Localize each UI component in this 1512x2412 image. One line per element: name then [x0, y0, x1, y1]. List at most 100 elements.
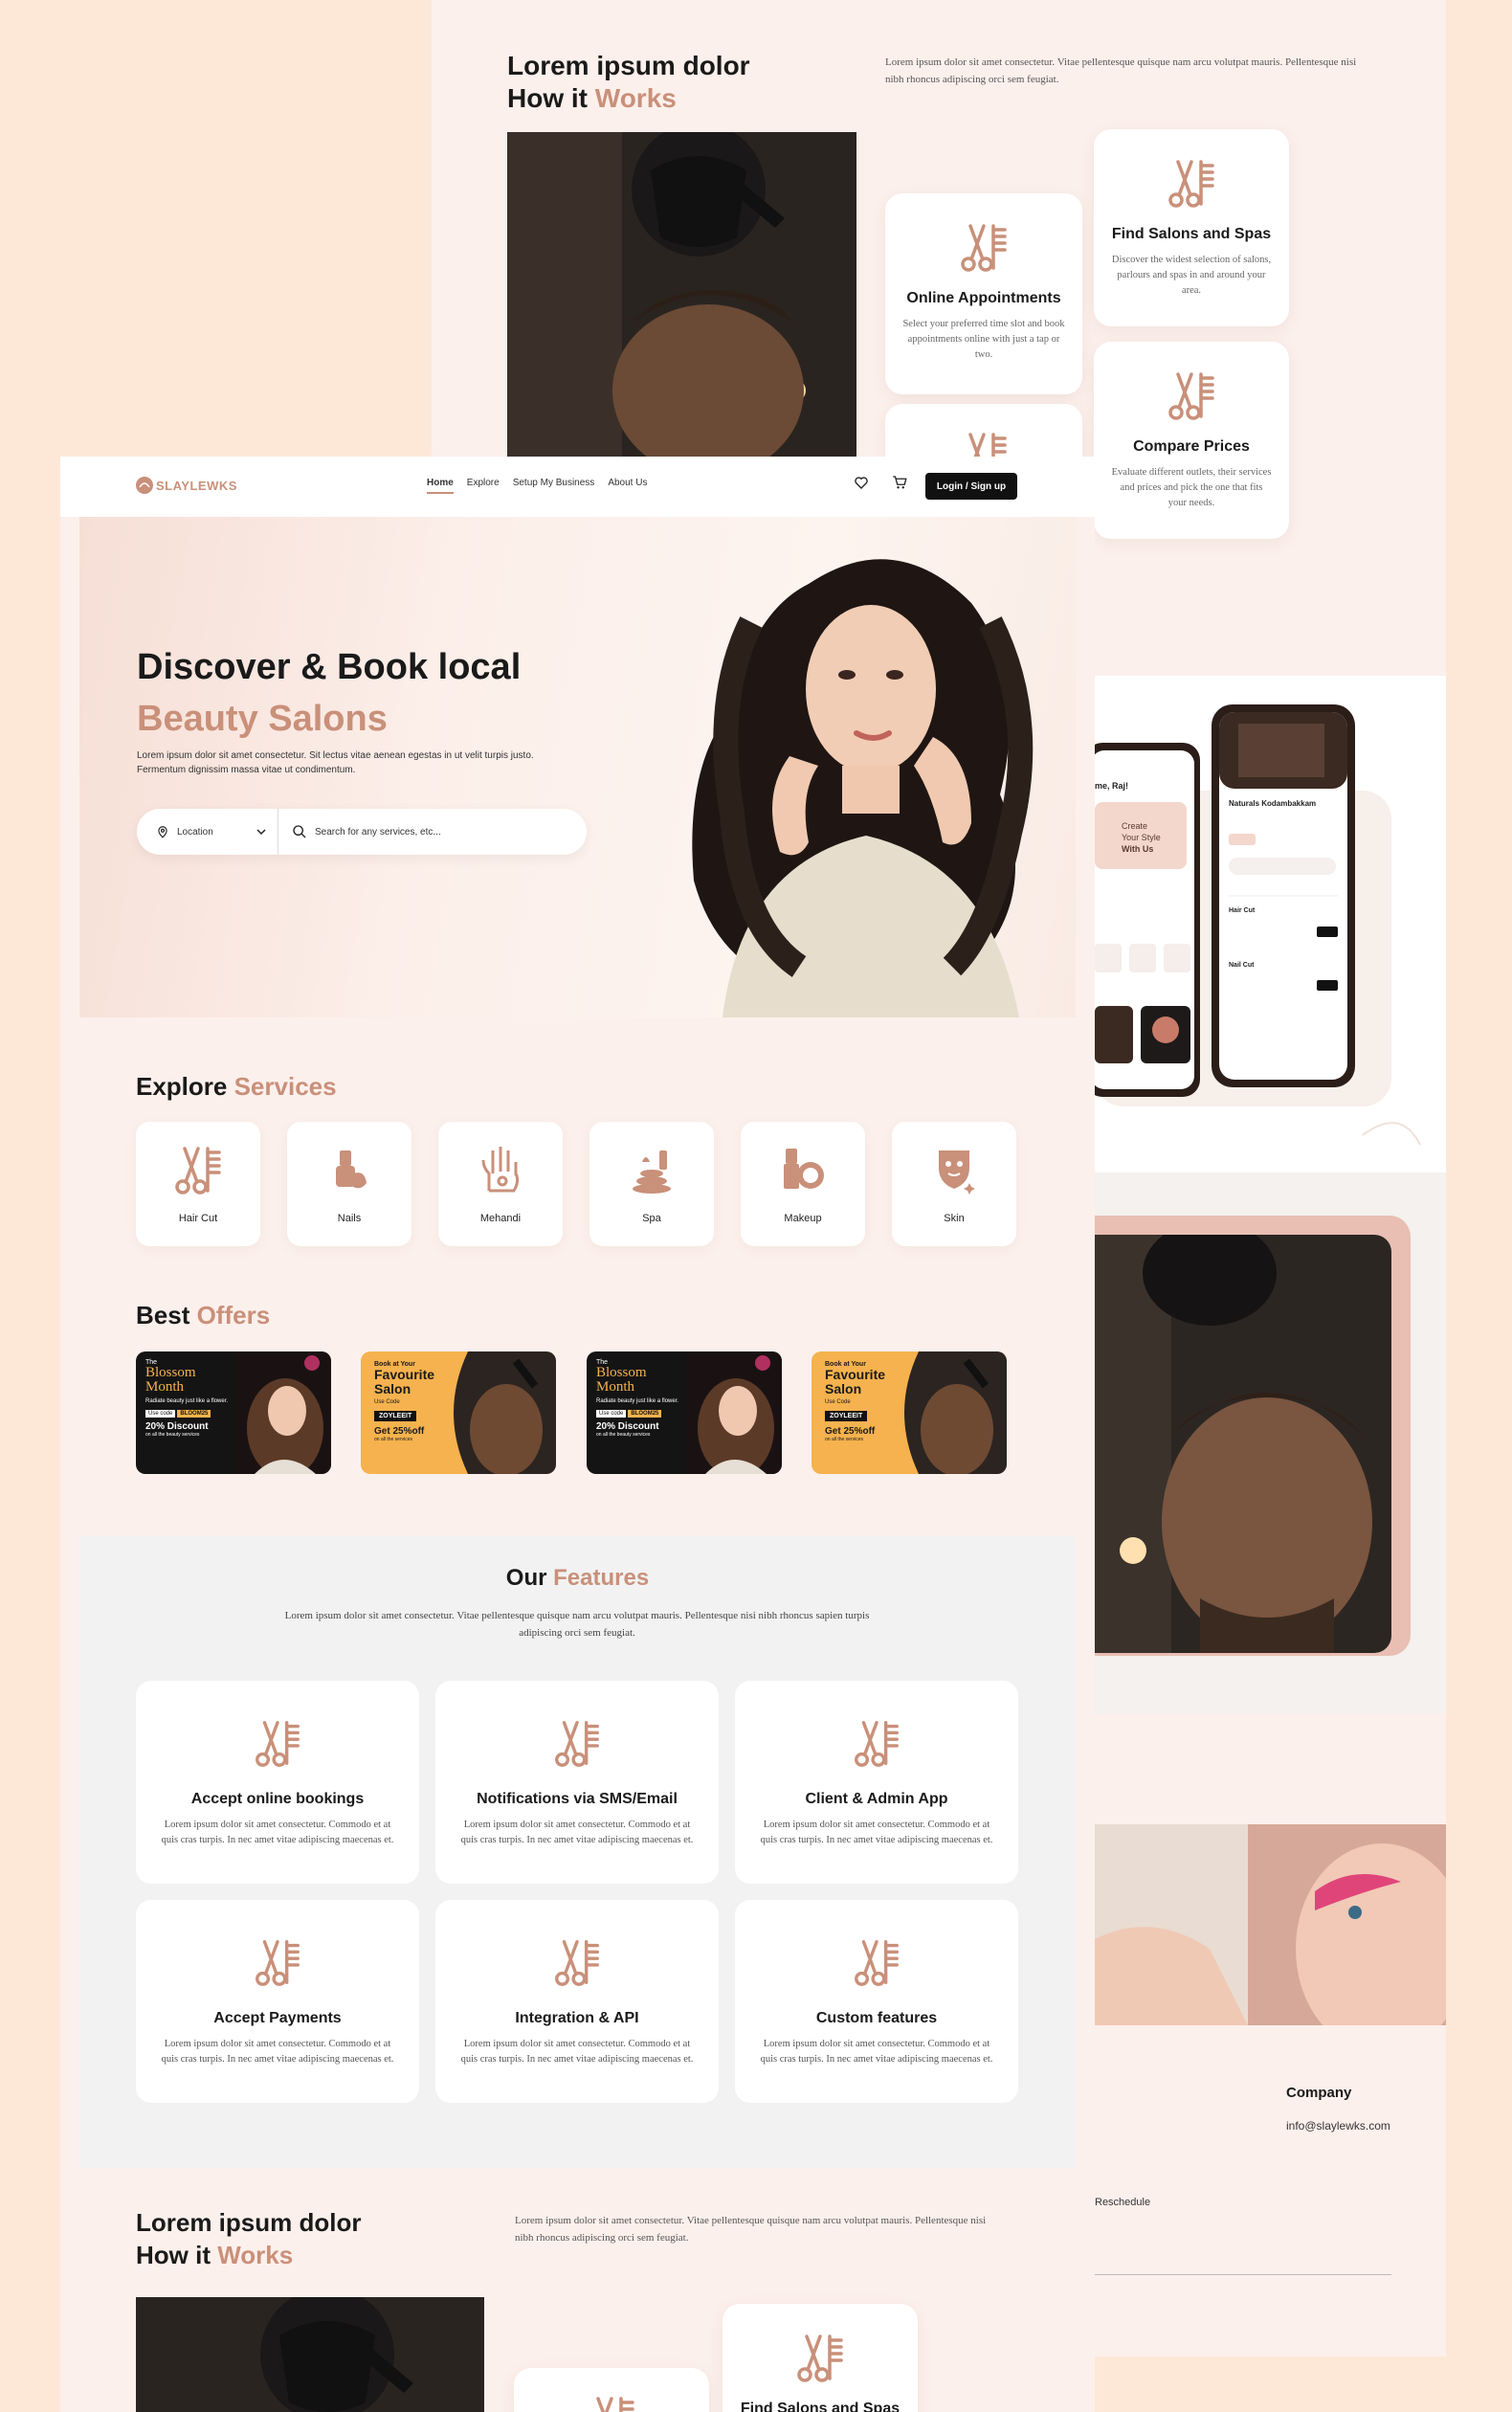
service-card-spa[interactable]: Spa [589, 1122, 714, 1246]
explore-title-text: Explore [136, 1072, 234, 1101]
service-label: Skin [944, 1213, 965, 1224]
offer-subtitle: Radiate beauty just like a flower. [596, 1398, 679, 1404]
how-title-line2: How it [507, 83, 595, 113]
offer-note: on all the beauty services [145, 1432, 200, 1438]
how-title-accent: Works [217, 2241, 294, 2269]
face-mask-icon [925, 1141, 983, 1198]
brand-logo-text: SLAYLEWKS [156, 478, 237, 493]
offer-salon-photo [900, 1351, 1007, 1474]
logo-icon [135, 476, 154, 495]
makeup-icon [774, 1141, 832, 1198]
offer-card-favourite-2[interactable]: Book at Your Favourite Salon Use Code ZO… [812, 1351, 1007, 1474]
cart-icon[interactable] [891, 474, 908, 491]
nav-explore[interactable]: Explore [467, 478, 500, 494]
scissors-comb-icon [549, 1715, 605, 1771]
explore-title-accent: Services [233, 1072, 337, 1101]
work-card-title: Find Salons and Spas [740, 2401, 901, 2412]
phone-mockup-illustration: me, Raj! Create Your Style With Us Natur… [1085, 704, 1421, 1146]
how-it-works-title: Lorem ipsum dolor How it Works [136, 2206, 361, 2271]
work-card-title: Compare Prices [1133, 438, 1250, 455]
feature-title: Accept Payments [213, 2010, 342, 2026]
service-search-input[interactable]: Search for any services, etc... [278, 824, 441, 839]
service-card-makeup[interactable]: Makeup [741, 1122, 865, 1246]
how-it-works-description: Lorem ipsum dolor sit amet consectetur. … [515, 2215, 987, 2244]
scissors-comb-icon [1163, 367, 1220, 424]
work-card-desc: Select your preferred time slot and book… [902, 319, 1065, 360]
main-landing-page: SLAYLEWKS Home Explore Setup My Business… [60, 457, 1095, 2412]
scissors-comb-icon [1163, 154, 1220, 212]
nav-home[interactable]: Home [427, 478, 454, 494]
brand-logo[interactable]: SLAYLEWKS [135, 476, 237, 495]
feature-card: Accept Payments Lorem ipsum dolor sit am… [136, 1900, 419, 2103]
service-label: Hair Cut [178, 1213, 218, 1224]
offer-title: Blossom Month [596, 1365, 647, 1395]
features-title: Our Features [79, 1565, 1076, 1592]
offer-code: BLOOM25 [628, 1410, 662, 1418]
chevron-down-icon [256, 827, 266, 837]
offer-card-blossom[interactable]: The Blossom Month Radiate beauty just li… [136, 1351, 331, 1474]
phone-salon-name: Naturals Kodambakkam [1229, 799, 1316, 808]
service-card-skin[interactable]: Skin [892, 1122, 1016, 1246]
scissors-comb-icon [250, 1715, 305, 1771]
heart-icon[interactable] [853, 474, 870, 491]
service-card-haircut[interactable]: Hair Cut [136, 1122, 260, 1246]
hero-section: Discover & Book local Beauty Salons Lore… [79, 517, 1076, 1017]
service-label: Spa [642, 1213, 661, 1224]
offers-title-text: Best [136, 1301, 197, 1329]
how-it-works-section-bottom: Lorem ipsum dolor How it Works Lorem ips… [79, 2168, 1076, 2412]
barber-photo [507, 132, 856, 458]
barber-feature-section [1095, 1172, 1446, 1713]
feature-title: Client & Admin App [805, 1791, 948, 1807]
location-select[interactable]: Location [137, 809, 278, 855]
service-card-nails[interactable]: Nails [287, 1122, 411, 1246]
feature-title: Notifications via SMS/Email [477, 1791, 678, 1807]
offer-salon-photo [449, 1351, 556, 1474]
work-card-title: Find Salons and Spas [1111, 226, 1272, 242]
feature-desc: Lorem ipsum dolor sit amet consectetur. … [161, 1820, 394, 1845]
feature-desc: Lorem ipsum dolor sit amet consectetur. … [760, 1820, 993, 1845]
offer-title: Blossom Month [145, 1365, 196, 1395]
barber-photo [136, 2297, 484, 2412]
spa-stones-icon [623, 1141, 680, 1198]
main-nav: Home Explore Setup My Business About Us [427, 478, 647, 494]
work-card-title: Online Appointments [906, 290, 1061, 306]
how-title-line1: Lorem ipsum dolor [136, 2208, 362, 2237]
feature-desc: Lorem ipsum dolor sit amet consectetur. … [460, 2039, 694, 2065]
nav-about-us[interactable]: About Us [608, 478, 647, 494]
offer-code-label: Use code [596, 1410, 627, 1418]
feature-title: Accept online bookings [190, 1791, 365, 1807]
hero-title-accent: Beauty Salons [137, 699, 388, 739]
svg-text:Your Style: Your Style [1122, 833, 1161, 842]
scissors-comb-icon [549, 1934, 605, 1990]
nail-polish-icon [321, 1141, 378, 1198]
offer-card-blossom-2[interactable]: The Blossom Month Radiate beauty just li… [587, 1351, 782, 1474]
nav-setup-business[interactable]: Setup My Business [513, 478, 595, 494]
login-signup-button[interactable]: Login / Sign up [925, 473, 1017, 500]
footer-reschedule-link[interactable]: Reschedule [1095, 2197, 1150, 2208]
spa-makeup-banner [1095, 1824, 1446, 2025]
feature-card: Notifications via SMS/Email Lorem ipsum … [435, 1681, 719, 1884]
how-it-works-title: Lorem ipsum dolor How it Works [507, 50, 750, 115]
feature-card: Accept online bookings Lorem ipsum dolor… [136, 1681, 419, 1884]
offer-code: ZOYLEEIT [825, 1411, 868, 1421]
scissors-comb-icon [849, 1934, 904, 1990]
how-title-line1: Lorem ipsum dolor [507, 51, 750, 80]
offers-title-accent: Offers [196, 1301, 271, 1329]
offer-code-label: Use code [145, 1410, 176, 1418]
offer-note: on all the beauty services [596, 1432, 651, 1438]
feature-card: Custom features Lorem ipsum dolor sit am… [735, 1900, 1018, 2103]
explore-services-title: Explore Services [136, 1072, 337, 1102]
footer-email-link[interactable]: info@slaylewks.com [1286, 2119, 1390, 2133]
offer-discount: 20% Discount [596, 1421, 659, 1432]
footer-company-heading: Company [1286, 2085, 1352, 2101]
offer-code: ZOYLEEIT [374, 1411, 417, 1421]
service-card-mehandi[interactable]: Mehandi [438, 1122, 563, 1246]
hero-search-bar: Location Search for any services, etc... [137, 809, 587, 855]
search-placeholder: Search for any services, etc... [315, 826, 441, 838]
location-pin-icon [156, 825, 169, 838]
feature-desc: Lorem ipsum dolor sit amet consectetur. … [161, 2039, 394, 2065]
features-description: Lorem ipsum dolor sit amet consectetur. … [284, 1610, 870, 1639]
footer-section: Company info@slaylewks.com Reschedule [1095, 1713, 1446, 2356]
work-card-find-salons: Find Salons and Spas [723, 2304, 918, 2412]
offer-card-favourite[interactable]: Book at Your Favourite Salon Use Code ZO… [361, 1351, 556, 1474]
